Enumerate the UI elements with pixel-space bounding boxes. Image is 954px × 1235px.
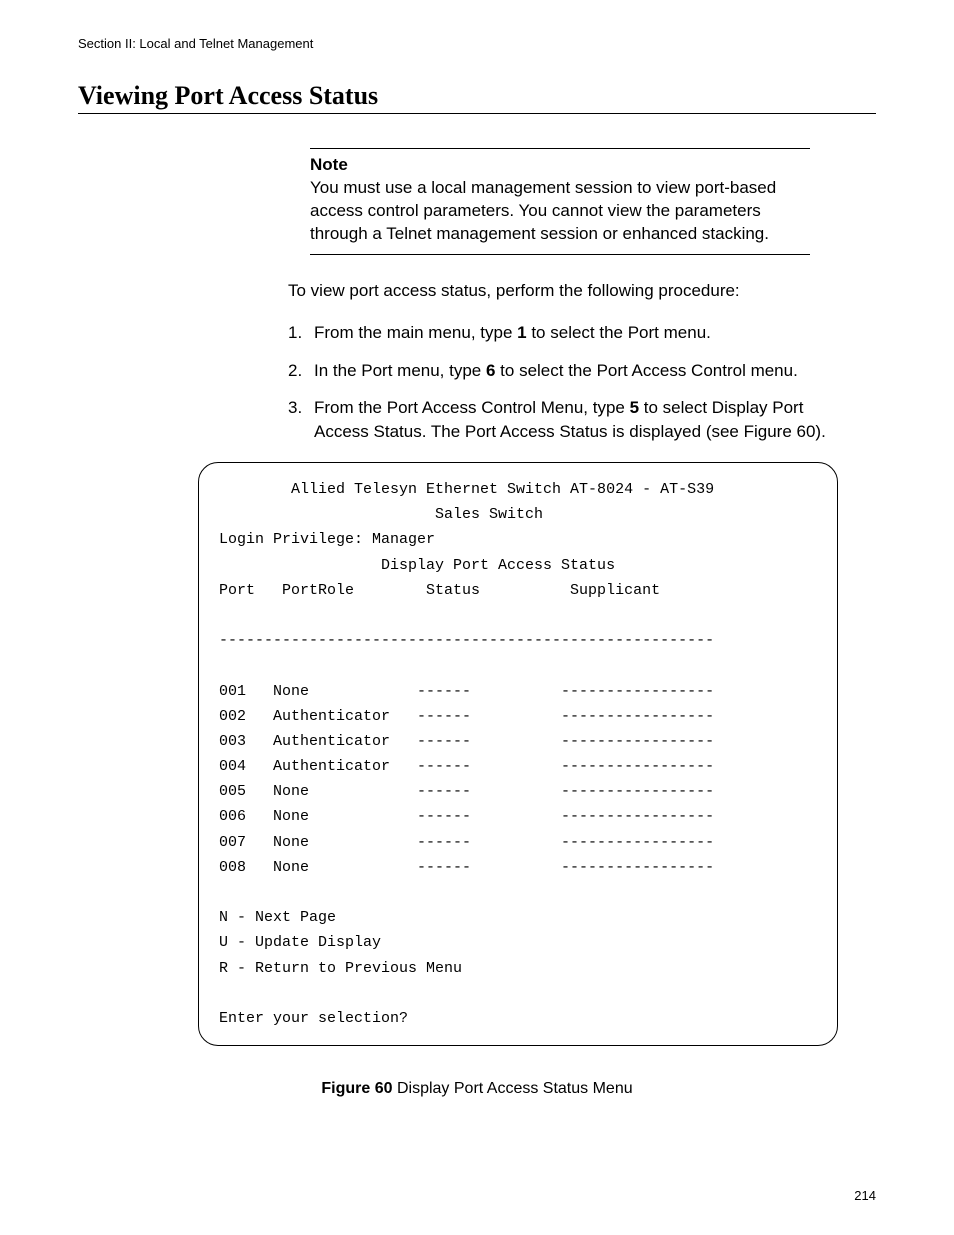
figure-label: Figure 60 — [321, 1080, 392, 1097]
step: 1.From the main menu, type 1 to select t… — [288, 321, 833, 345]
page-number: 214 — [854, 1188, 876, 1203]
note-body: You must use a local management session … — [310, 177, 810, 246]
step-text: From the Port Access Control Menu, type … — [314, 396, 833, 444]
intro-text: To view port access status, perform the … — [288, 281, 833, 301]
step-number: 2. — [288, 359, 314, 383]
step: 3.From the Port Access Control Menu, typ… — [288, 396, 833, 444]
figure-caption: Figure 60 Display Port Access Status Men… — [78, 1080, 876, 1098]
steps-list: 1.From the main menu, type 1 to select t… — [288, 321, 833, 444]
note-label: Note — [310, 155, 810, 175]
running-header: Section II: Local and Telnet Management — [78, 36, 876, 51]
figure-text: Display Port Access Status Menu — [393, 1080, 633, 1097]
step-text: From the main menu, type 1 to select the… — [314, 321, 833, 345]
page-heading: Viewing Port Access Status — [78, 81, 876, 114]
step-number: 1. — [288, 321, 314, 345]
note-box: Note You must use a local management ses… — [310, 148, 810, 255]
step-text: In the Port menu, type 6 to select the P… — [314, 359, 833, 383]
terminal-screen: Allied Telesyn Ethernet Switch AT-8024 -… — [198, 462, 838, 1046]
step: 2.In the Port menu, type 6 to select the… — [288, 359, 833, 383]
step-number: 3. — [288, 396, 314, 444]
